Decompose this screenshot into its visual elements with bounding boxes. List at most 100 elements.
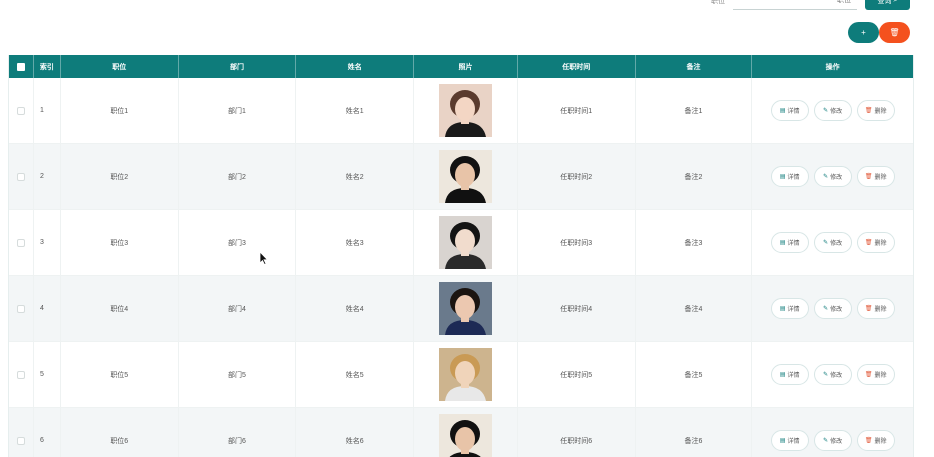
- row-name: 姓名1: [296, 78, 415, 143]
- header-actions: 操作: [825, 63, 840, 71]
- search-icon: ⌕: [893, 0, 898, 4]
- row-date: 任职时间1: [518, 78, 636, 143]
- row-date: 任职时间5: [518, 342, 636, 407]
- row-photo: [438, 414, 492, 457]
- delete-label: 删除: [874, 439, 887, 445]
- mouse-cursor-icon: [259, 251, 269, 265]
- delete-label: 删除: [874, 307, 887, 313]
- row-position: 职位4: [61, 276, 179, 341]
- row-actions: ▤ 详情 ✎ 修改 🗑 删除: [752, 342, 913, 407]
- select-all-checkbox[interactable]: [16, 62, 25, 71]
- row-position: 职位3: [61, 210, 179, 275]
- edit-icon: ✎: [823, 438, 829, 444]
- header-note: 备注: [636, 55, 753, 78]
- row-date: 任职时间2: [518, 144, 636, 209]
- edit-button[interactable]: ✎ 修改: [813, 430, 852, 451]
- row-note: 备注3: [636, 210, 753, 275]
- delete-label: 删除: [874, 373, 887, 379]
- header-select-all[interactable]: [9, 55, 34, 78]
- row-checkbox[interactable]: [16, 106, 25, 115]
- data-table: 索引 职位 部门 姓名 照片 任职时间 备注 操作 1 职位1 部门1 姓名1 …: [8, 55, 914, 457]
- table-row: 2 职位2 部门2 姓名2 任职时间2 备注2 ▤ 详情 ✎ 修改 🗑 删除: [9, 144, 913, 210]
- add-button[interactable]: +: [848, 22, 879, 43]
- row-department: 部门5: [179, 342, 297, 407]
- table-row: 4 职位4 部门4 姓名4 任职时间4 备注4 ▤ 详情 ✎ 修改 🗑 删除: [9, 276, 913, 342]
- row-index: 2: [34, 144, 61, 209]
- delete-button[interactable]: 🗑 删除: [856, 232, 895, 253]
- edit-icon: ✎: [823, 306, 829, 312]
- row-photo: [438, 84, 492, 137]
- row-checkbox[interactable]: [16, 304, 25, 313]
- header-name: 姓名: [296, 55, 415, 78]
- row-actions: ▤ 详情 ✎ 修改 🗑 删除: [752, 408, 913, 457]
- trash-icon: 🗑: [864, 372, 873, 378]
- edit-button[interactable]: ✎ 修改: [813, 364, 852, 385]
- row-index: 3: [34, 210, 61, 275]
- delete-label: 删除: [874, 175, 887, 181]
- header-index: 索引: [34, 55, 61, 78]
- row-actions: ▤ 详情 ✎ 修改 🗑 删除: [752, 276, 913, 341]
- row-date: 任职时间4: [518, 276, 636, 341]
- delete-button[interactable]: 🗑 删除: [856, 166, 895, 187]
- trash-icon: 🗑: [864, 174, 873, 180]
- row-checkbox[interactable]: [16, 436, 25, 445]
- row-checkbox[interactable]: [16, 172, 25, 181]
- table-header: 索引 职位 部门 姓名 照片 任职时间 备注 操作: [9, 55, 913, 78]
- delete-button[interactable]: 🗑 删除: [856, 298, 895, 319]
- edit-label: 修改: [830, 373, 843, 379]
- row-actions: ▤ 详情 ✎ 修改 🗑 删除: [752, 210, 913, 275]
- row-department: 部门6: [179, 408, 297, 457]
- row-photo: [438, 150, 492, 203]
- trash-icon: 🗑: [864, 438, 873, 444]
- edit-button[interactable]: ✎ 修改: [813, 298, 852, 319]
- row-note: 备注1: [636, 78, 753, 143]
- row-department: 部门4: [179, 276, 297, 341]
- edit-icon: ✎: [823, 108, 829, 114]
- delete-button[interactable]: 🗑 删除: [856, 100, 895, 121]
- row-position: 职位1: [61, 78, 179, 143]
- detail-button[interactable]: ▤ 详情: [770, 430, 809, 451]
- table-row: 6 职位6 部门6 姓名6 任职时间6 备注6 ▤ 详情 ✎ 修改 🗑 删除: [9, 408, 913, 457]
- header-department: 部门: [179, 55, 297, 78]
- row-position: 职位2: [61, 144, 179, 209]
- detail-icon: ▤: [779, 108, 786, 114]
- row-index: 5: [34, 342, 61, 407]
- edit-button[interactable]: ✎ 修改: [813, 100, 852, 121]
- table-row: 5 职位5 部门5 姓名5 任职时间5 备注5 ▤ 详情 ✎ 修改 🗑 删除: [9, 342, 913, 408]
- search-button[interactable]: 查询 ⌕: [865, 0, 910, 10]
- detail-button[interactable]: ▤ 详情: [770, 364, 809, 385]
- detail-label: 详情: [787, 109, 800, 115]
- row-department: 部门1: [179, 78, 297, 143]
- trash-icon: 🗑: [889, 28, 900, 37]
- row-checkbox[interactable]: [16, 370, 25, 379]
- table-row: 1 职位1 部门1 姓名1 任职时间1 备注1 ▤ 详情 ✎ 修改 🗑 删除: [9, 78, 913, 144]
- row-name: 姓名3: [296, 210, 415, 275]
- search-input[interactable]: [733, 0, 857, 10]
- edit-icon: ✎: [823, 240, 829, 246]
- detail-button[interactable]: ▤ 详情: [770, 232, 809, 253]
- detail-button[interactable]: ▤ 详情: [770, 100, 809, 121]
- detail-label: 详情: [787, 439, 800, 445]
- detail-button[interactable]: ▤ 详情: [770, 166, 809, 187]
- delete-button[interactable]: 🗑 删除: [856, 364, 895, 385]
- batch-delete-button[interactable]: 🗑: [879, 22, 910, 43]
- edit-button[interactable]: ✎ 修改: [813, 232, 852, 253]
- row-checkbox[interactable]: [16, 238, 25, 247]
- detail-icon: ▤: [779, 240, 786, 246]
- row-index: 6: [34, 408, 61, 457]
- row-note: 备注4: [636, 276, 753, 341]
- table-row: 3 职位3 部门3 姓名3 任职时间3 备注3 ▤ 详情 ✎ 修改 🗑 删除: [9, 210, 913, 276]
- header-date: 任职时间: [518, 55, 636, 78]
- edit-label: 修改: [830, 109, 843, 115]
- row-note: 备注5: [636, 342, 753, 407]
- edit-button[interactable]: ✎ 修改: [813, 166, 852, 187]
- search-label: 职位: [711, 0, 725, 5]
- detail-button[interactable]: ▤ 详情: [770, 298, 809, 319]
- detail-icon: ▤: [779, 306, 786, 312]
- edit-label: 修改: [830, 439, 843, 445]
- detail-label: 详情: [787, 373, 800, 379]
- row-date: 任职时间6: [518, 408, 636, 457]
- delete-label: 删除: [874, 241, 887, 247]
- row-date: 任职时间3: [518, 210, 636, 275]
- delete-button[interactable]: 🗑 删除: [856, 430, 895, 451]
